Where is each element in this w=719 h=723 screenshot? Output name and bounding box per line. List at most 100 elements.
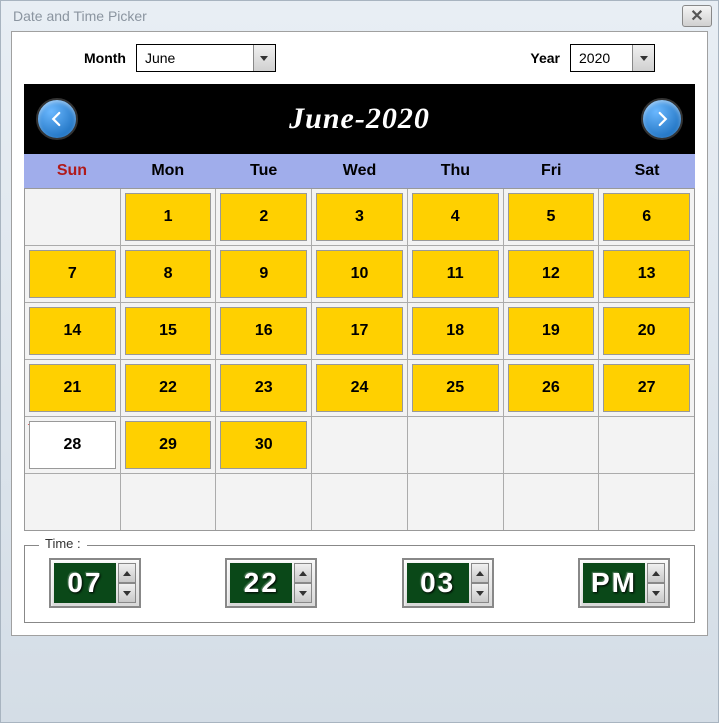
day-23[interactable]: 23 xyxy=(220,364,307,412)
day-13[interactable]: 13 xyxy=(603,250,690,298)
calendar-cell: 12 xyxy=(504,246,599,302)
calendar-cell: 6 xyxy=(599,189,694,245)
calendar-cell: 30 xyxy=(216,417,311,473)
close-button[interactable]: ✕ xyxy=(682,5,712,27)
day-27[interactable]: 27 xyxy=(603,364,690,412)
month-label: Month xyxy=(84,50,126,66)
day-30[interactable]: 30 xyxy=(220,421,307,469)
day-29[interactable]: 29 xyxy=(125,421,212,469)
day-7[interactable]: 7 xyxy=(29,250,116,298)
calendar-cell: 24 xyxy=(312,360,407,416)
day-1[interactable]: 1 xyxy=(125,193,212,241)
prev-month-button[interactable] xyxy=(36,98,78,140)
calendar-header: June-2020 xyxy=(24,84,695,154)
day-10[interactable]: 10 xyxy=(316,250,403,298)
calendar-cell: 21 xyxy=(25,360,120,416)
day-17[interactable]: 17 xyxy=(316,307,403,355)
calendar-cell: 5 xyxy=(504,189,599,245)
year-label: Year xyxy=(530,50,560,66)
day-22[interactable]: 22 xyxy=(125,364,212,412)
ampm-up-button[interactable] xyxy=(647,563,665,583)
day-2[interactable]: 2 xyxy=(220,193,307,241)
calendar-cell: 22 xyxy=(121,360,216,416)
second-down-button[interactable] xyxy=(471,583,489,603)
calendar-cell: 9 xyxy=(216,246,311,302)
hour-up-button[interactable] xyxy=(118,563,136,583)
second-up-button[interactable] xyxy=(471,563,489,583)
titlebar: Date and Time Picker ✕ xyxy=(1,1,718,31)
day-header-tue: Tue xyxy=(216,154,312,188)
minute-down-button[interactable] xyxy=(294,583,312,603)
calendar-cell: ★28 xyxy=(25,417,120,473)
calendar-cell: 27 xyxy=(599,360,694,416)
day-11[interactable]: 11 xyxy=(412,250,499,298)
calendar-cell xyxy=(216,474,311,530)
calendar-cell xyxy=(25,474,120,530)
calendar-cell: 25 xyxy=(408,360,503,416)
calendar-cell: 3 xyxy=(312,189,407,245)
calendar-cell: 14 xyxy=(25,303,120,359)
day-6[interactable]: 6 xyxy=(603,193,690,241)
day-21[interactable]: 21 xyxy=(29,364,116,412)
calendar-cell: 17 xyxy=(312,303,407,359)
time-legend: Time : xyxy=(39,536,87,551)
ampm-display: PM xyxy=(583,563,645,603)
day-header-sat: Sat xyxy=(599,154,695,188)
calendar-cell: 29 xyxy=(121,417,216,473)
calendar-cell xyxy=(599,474,694,530)
minute-spinner: 22 xyxy=(225,558,317,608)
day-header-thu: Thu xyxy=(407,154,503,188)
day-18[interactable]: 18 xyxy=(412,307,499,355)
time-section: Time : 07 22 xyxy=(24,545,695,623)
calendar-cell xyxy=(121,474,216,530)
day-header-fri: Fri xyxy=(503,154,599,188)
year-dropdown-value: 2020 xyxy=(571,50,618,66)
day-24[interactable]: 24 xyxy=(316,364,403,412)
day-20[interactable]: 20 xyxy=(603,307,690,355)
ampm-down-button[interactable] xyxy=(647,583,665,603)
time-row: 07 22 03 xyxy=(39,558,680,608)
minute-display: 22 xyxy=(230,563,292,603)
hour-display: 07 xyxy=(54,563,116,603)
day-19[interactable]: 19 xyxy=(508,307,595,355)
content-area: Month June Year 2020 June-2020 SunMonTue… xyxy=(11,31,708,636)
day-5[interactable]: 5 xyxy=(508,193,595,241)
month-dropdown[interactable]: June xyxy=(136,44,276,72)
calendar-cell: 26 xyxy=(504,360,599,416)
day-header-wed: Wed xyxy=(312,154,408,188)
calendar-cell: 10 xyxy=(312,246,407,302)
calendar-cell xyxy=(25,189,120,245)
next-month-button[interactable] xyxy=(641,98,683,140)
day-25[interactable]: 25 xyxy=(412,364,499,412)
calendar-cell xyxy=(599,417,694,473)
day-14[interactable]: 14 xyxy=(29,307,116,355)
day-15[interactable]: 15 xyxy=(125,307,212,355)
hour-down-button[interactable] xyxy=(118,583,136,603)
calendar-cell: 11 xyxy=(408,246,503,302)
calendar-cell: 23 xyxy=(216,360,311,416)
window-title: Date and Time Picker xyxy=(13,8,147,24)
second-spinner: 03 xyxy=(402,558,494,608)
day-header-mon: Mon xyxy=(120,154,216,188)
year-dropdown[interactable]: 2020 xyxy=(570,44,655,72)
day-8[interactable]: 8 xyxy=(125,250,212,298)
day-16[interactable]: 16 xyxy=(220,307,307,355)
calendar-cell xyxy=(504,474,599,530)
day-26[interactable]: 26 xyxy=(508,364,595,412)
minute-up-button[interactable] xyxy=(294,563,312,583)
day-12[interactable]: 12 xyxy=(508,250,595,298)
calendar-cell xyxy=(504,417,599,473)
calendar-cell xyxy=(312,474,407,530)
day-9[interactable]: 9 xyxy=(220,250,307,298)
chevron-right-icon xyxy=(653,110,671,128)
day-28[interactable]: 28 xyxy=(29,421,116,469)
day-4[interactable]: 4 xyxy=(412,193,499,241)
hour-spinner: 07 xyxy=(49,558,141,608)
ampm-spinner: PM xyxy=(578,558,670,608)
second-spinner-buttons xyxy=(471,563,489,603)
day-3[interactable]: 3 xyxy=(316,193,403,241)
day-header-row: SunMonTueWedThuFriSat xyxy=(24,154,695,188)
calendar-cell: 15 xyxy=(121,303,216,359)
calendar-cell xyxy=(408,474,503,530)
calendar-cell: 18 xyxy=(408,303,503,359)
